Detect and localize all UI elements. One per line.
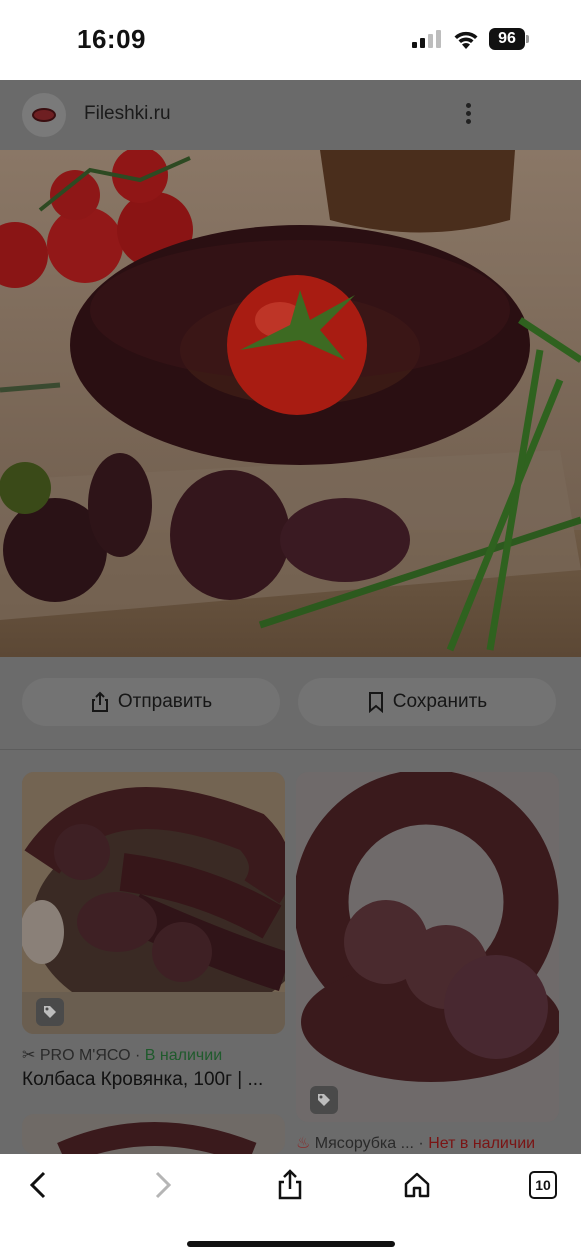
- result-source[interactable]: ✂ PRO М'ЯСО · В наличии: [22, 1045, 222, 1065]
- store-icon: ♨: [296, 1135, 311, 1152]
- wifi-icon: [454, 31, 478, 49]
- save-label: Сохранить: [392, 691, 488, 712]
- battery-indicator: 96: [489, 28, 531, 50]
- store-name: Мясорубка ...: [314, 1135, 414, 1152]
- result-title[interactable]: Колбаса Кровянка, 100г | ...: [22, 1069, 284, 1091]
- send-button[interactable]: Отправить: [22, 678, 280, 726]
- main-image[interactable]: [0, 150, 581, 657]
- availability-status: В наличии: [144, 1047, 223, 1064]
- price-tag-icon: [36, 998, 64, 1026]
- price-tag-icon: [310, 1086, 338, 1114]
- chevron-left-icon: [29, 1171, 46, 1199]
- share-button[interactable]: [270, 1167, 310, 1203]
- chevron-right-icon: [155, 1171, 172, 1199]
- status-time: 16:09: [77, 24, 146, 54]
- tabs-count: 10: [535, 1177, 551, 1193]
- status-bar: 16:09 96: [0, 0, 581, 80]
- store-icon: ✂: [22, 1047, 36, 1064]
- cellular-signal-icon: [412, 30, 441, 48]
- battery-level: 96: [489, 28, 525, 50]
- send-label: Отправить: [117, 691, 213, 712]
- share-icon: [91, 691, 108, 712]
- tabs-button[interactable]: 10: [523, 1167, 563, 1203]
- home-icon: [404, 1172, 430, 1198]
- save-button[interactable]: Сохранить: [298, 678, 556, 726]
- home-button[interactable]: [397, 1167, 437, 1203]
- share-icon: [278, 1169, 302, 1200]
- separator: ·: [135, 1047, 141, 1064]
- availability-status: Нет в наличии: [428, 1135, 536, 1152]
- site-name[interactable]: Fileshki.ru: [84, 103, 171, 125]
- more-options-icon[interactable]: [458, 100, 478, 130]
- result-image[interactable]: [22, 1114, 285, 1154]
- section-divider: [0, 749, 581, 750]
- result-image[interactable]: [22, 772, 285, 1034]
- sausage-logo-icon: [32, 108, 56, 122]
- result-image[interactable]: [296, 772, 559, 1122]
- back-button[interactable]: [18, 1167, 58, 1203]
- forward-button[interactable]: [143, 1167, 183, 1203]
- separator: ·: [418, 1135, 424, 1152]
- site-favicon: [22, 93, 66, 137]
- tabs-count-icon: 10: [529, 1171, 557, 1199]
- bookmark-icon: [368, 692, 383, 713]
- home-indicator: [187, 1241, 395, 1247]
- result-source[interactable]: ♨ Мясорубка ... · Нет в наличии: [296, 1133, 535, 1153]
- store-name: PRO М'ЯСО: [39, 1047, 131, 1064]
